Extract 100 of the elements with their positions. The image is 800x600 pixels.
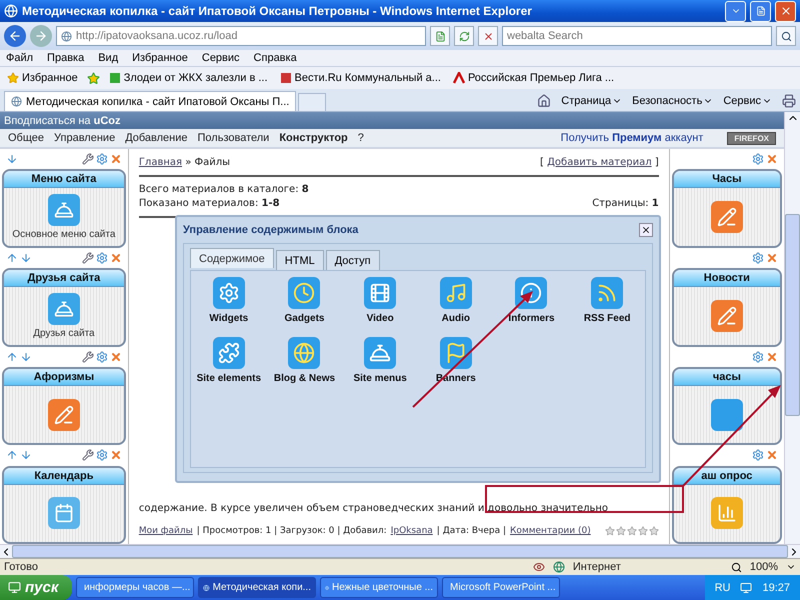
admin-menu-item[interactable]: ? [358,132,364,144]
settings-icon[interactable] [96,350,108,363]
page-icon[interactable] [434,30,446,42]
address-field[interactable]: http://ipatovaoksana.ucoz.ru/load [56,26,426,46]
menu-item[interactable]: Файл [6,52,34,64]
widget-option[interactable]: Blog & News [266,337,342,397]
stop-icon[interactable] [482,30,494,42]
arrow-down-icon[interactable] [6,153,18,166]
footer-link[interactable]: Мои файлы [138,526,193,536]
menu-item[interactable]: Избранное [132,52,188,64]
restore-icon[interactable] [756,6,766,16]
star-icon[interactable] [7,72,19,84]
admin-menu-item[interactable]: Пользователи [198,132,270,144]
site-logo-icon[interactable] [280,72,292,84]
settings-icon[interactable] [752,252,764,264]
widget-icon[interactable] [212,337,245,369]
add-favorite-icon[interactable] [86,72,100,84]
search-icon[interactable] [780,30,792,42]
footer-link[interactable]: Комментарии (0) [510,526,591,536]
footer-link[interactable]: IpOksana [390,526,433,536]
rating-star-icon[interactable] [604,526,615,536]
widget-option[interactable]: Site menus [342,337,418,397]
minimize-button[interactable] [725,0,746,22]
settings-icon[interactable] [96,252,108,264]
premium-link[interactable]: Получить Премиум аккаунт [560,132,704,144]
arrow-down-icon[interactable] [20,252,32,264]
zoom-icon[interactable] [730,562,742,572]
widget-option[interactable]: Informers [494,277,570,337]
site-logo-icon[interactable] [108,72,121,84]
home-icon[interactable] [537,94,552,108]
command-menu[interactable]: Безопасность [632,95,714,107]
settings-icon[interactable] [752,350,764,363]
arrow-up-icon[interactable] [6,449,18,462]
zoom-level[interactable]: 100% [750,561,778,573]
vertical-scrollbar[interactable] [784,112,800,544]
widget-icon[interactable] [440,337,472,369]
forward-button[interactable] [30,25,52,47]
admin-menu-item[interactable]: Добавление [125,132,188,144]
breadcrumb-link[interactable]: Главная [138,157,182,168]
refresh-button[interactable] [454,26,474,46]
rating-star-icon[interactable] [648,526,659,536]
search-button[interactable] [776,26,796,46]
browser-tab[interactable]: Методическая копилка - сайт Ипатовой Оксаны П... [4,91,296,111]
widget-option[interactable]: Audio [418,277,494,337]
arrow-up-icon[interactable] [6,252,18,264]
menu-item[interactable]: Сервис [202,52,240,64]
settings-icon[interactable] [96,153,108,166]
print-icon[interactable] [782,94,796,108]
dialog-tab[interactable]: Доступ [326,250,380,270]
favorite-link[interactable]: Российская Премьер Лига ... [450,72,618,84]
taskbar-button[interactable]: Нежные цветочные ... [320,577,438,598]
command-menu[interactable]: Сервис [723,95,772,107]
menu-item[interactable]: Вид [98,52,118,64]
start-button[interactable]: пуск [0,575,72,600]
arrow-up-icon[interactable] [6,350,18,363]
widget-option[interactable]: Widgets [191,277,267,337]
favorite-link[interactable]: Злодеи от ЖКХ залезли в ... [106,72,271,84]
taskbar-button[interactable]: Microsoft PowerPoint ... [442,577,560,598]
command-menu[interactable]: Страница [561,95,622,107]
arrow-down-icon[interactable] [20,449,32,462]
dialog-tab[interactable]: HTML [276,250,324,270]
rating-star-icon[interactable] [616,526,626,536]
arrow-down-icon[interactable] [20,350,32,363]
wrench-icon[interactable] [82,350,94,363]
widget-option[interactable]: RSS Feed [569,277,645,337]
widget-icon[interactable] [515,277,548,309]
favorites-button[interactable]: Избранное [4,72,81,84]
settings-icon[interactable] [752,153,764,166]
rating-star-icon[interactable] [626,526,637,536]
horizontal-scrollbar[interactable] [0,544,800,558]
dialog-tab[interactable]: Содержимое [190,248,274,268]
restore-button[interactable] [750,0,771,22]
widget-icon[interactable] [364,277,396,309]
wrench-icon[interactable] [82,449,94,462]
browser-badge[interactable]: FIREFOX [727,132,776,144]
globe-icon[interactable] [11,96,22,107]
menu-item[interactable]: Справка [254,52,297,64]
compat-button[interactable] [430,26,450,46]
settings-icon[interactable] [96,449,108,462]
favorite-link[interactable]: Вести.Ru Коммунальный а... [276,72,444,84]
wrench-icon[interactable] [82,153,94,166]
rating-star-icon[interactable] [638,526,648,536]
wrench-icon[interactable] [82,252,94,264]
menu-item[interactable]: Правка [47,52,84,64]
forward-arrow-icon[interactable] [34,29,48,43]
admin-menu-item[interactable]: Управление [54,132,116,144]
taskbar-button[interactable]: информеры часов —... [76,577,194,598]
back-button[interactable] [4,25,26,47]
widget-icon[interactable] [364,337,396,369]
widget-option[interactable]: Gadgets [266,277,342,337]
search-field[interactable]: webalta Search [502,26,772,46]
widget-option[interactable]: Site elements [191,337,267,397]
stop-button[interactable] [478,26,498,46]
taskbar-button[interactable]: Методическая копи... [198,577,316,598]
privacy-icon[interactable] [532,561,545,573]
widget-icon[interactable] [212,277,245,309]
admin-menu-item[interactable]: Конструктор [279,132,348,144]
site-logo-icon[interactable] [452,72,465,84]
add-material-link[interactable]: Добавить материал [547,157,652,168]
refresh-icon[interactable] [458,30,470,42]
